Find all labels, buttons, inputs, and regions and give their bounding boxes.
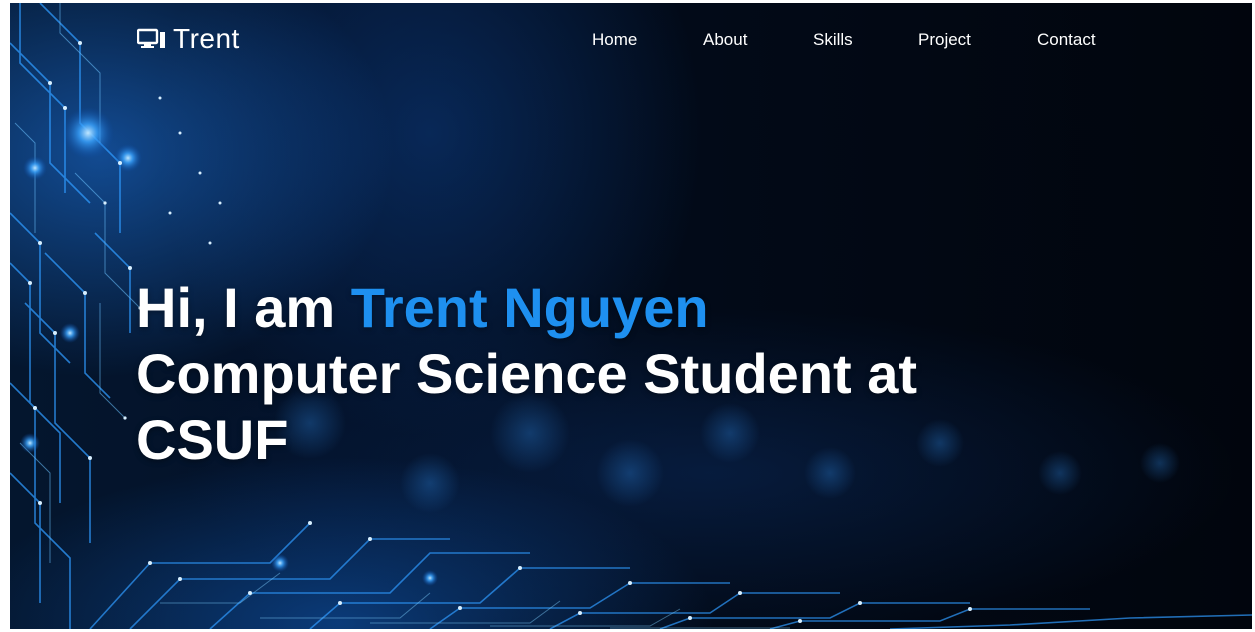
hero-title-line2: CSUF bbox=[136, 408, 289, 471]
nav-about[interactable]: About bbox=[703, 29, 747, 51]
nav-contact[interactable]: Contact bbox=[1037, 29, 1096, 51]
nav-skills[interactable]: Skills bbox=[813, 29, 853, 51]
nav-project[interactable]: Project bbox=[918, 29, 971, 51]
hero-greeting-line: Hi, I am Trent Nguyen bbox=[136, 275, 1036, 341]
hero-heading: Hi, I am Trent Nguyen Computer Science S… bbox=[136, 275, 1036, 473]
hero-title-line1: Computer Science Student at bbox=[136, 342, 918, 405]
hero-name: Trent Nguyen bbox=[350, 276, 709, 339]
main-nav: Home About Skills Project Contact bbox=[10, 29, 1252, 51]
nav-home[interactable]: Home bbox=[592, 29, 637, 51]
hero-greeting: Hi, I am bbox=[136, 276, 336, 339]
navbar: Trent Home About Skills Project Contact bbox=[10, 3, 1252, 77]
page-frame: Trent Home About Skills Project Contact … bbox=[10, 3, 1252, 629]
